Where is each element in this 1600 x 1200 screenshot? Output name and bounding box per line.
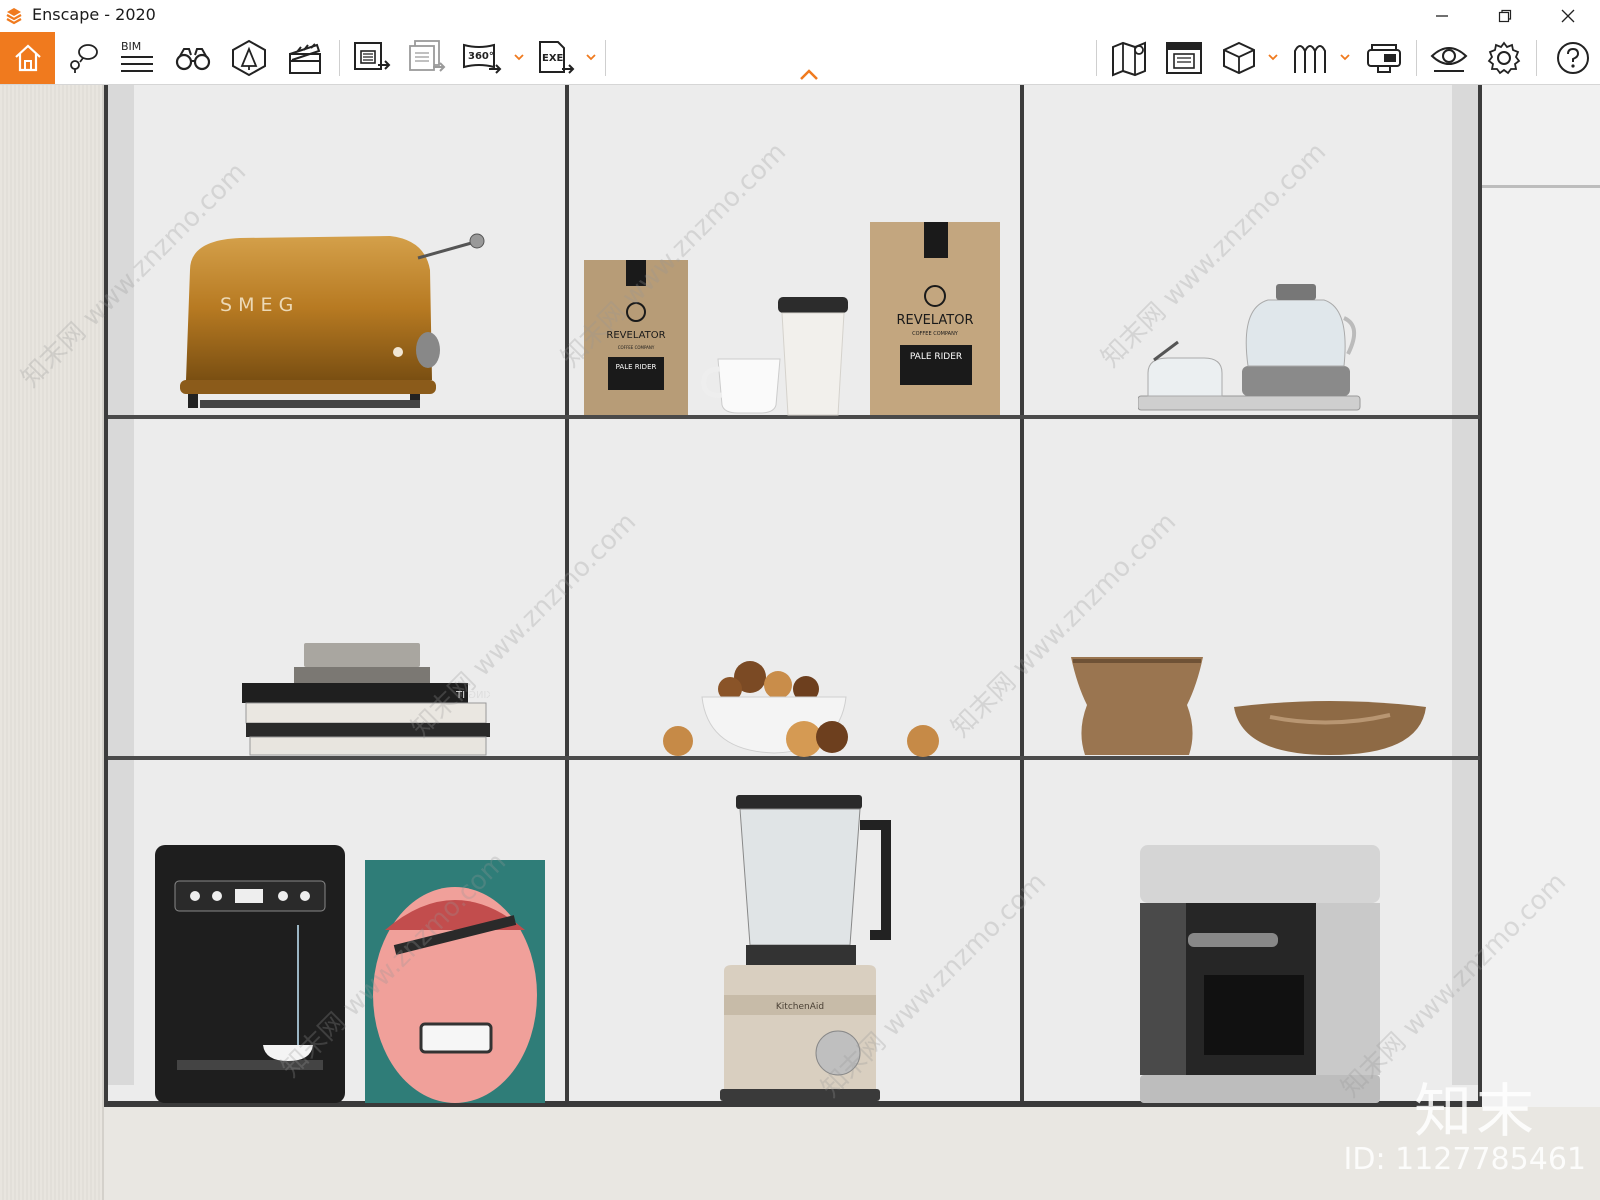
minimize-icon [1436,15,1448,17]
close-button[interactable] [1545,0,1591,32]
walk-fly-mode-button[interactable] [171,36,215,80]
material-editor-icon [1166,42,1202,74]
chevron-down-icon[interactable] [1338,50,1352,64]
toaster: S M E G [180,233,485,408]
wooden-vase [1071,657,1203,755]
coffee-bag-sub: COFFEE COMPANY [618,345,655,350]
map-button[interactable] [1107,36,1151,80]
bim-info-icon: BIM [121,40,153,72]
clapperboard-icon [289,43,321,74]
visual-settings-eye-icon [1430,47,1468,72]
close-icon [1561,9,1575,23]
collapse-toolbar-chevron-up-icon[interactable] [798,68,820,82]
shelf-divider [1020,85,1024,1107]
batch-render-button[interactable] [405,36,449,80]
export-exe-icon: EXE [539,41,575,74]
views-icon [1294,45,1326,73]
location-pin-icon [70,44,98,73]
settings-gear-icon [1487,41,1521,75]
home-button[interactable] [0,32,55,84]
toolbar-separator [339,40,340,76]
toolbar-separator [1416,40,1417,76]
toolbar-separator [1536,40,1537,76]
toolbar-separator [1096,40,1097,76]
chevron-down-icon[interactable] [584,50,598,64]
coffee-bag-large: REVELATOR COFFEE COMPANY PALE RIDER [870,222,1000,415]
brand-watermark: 知末 [1413,1077,1538,1145]
chevron-down-icon[interactable] [1266,50,1280,64]
panorama-360-icon: 360° [463,43,502,74]
exe-label: EXE [542,53,564,64]
vr-headset-button[interactable] [1362,36,1406,80]
render-image-button[interactable] [350,36,394,80]
onion-bowl [663,661,848,757]
vr-headset-icon [1367,44,1401,73]
atmosphere-button[interactable] [227,36,271,80]
left-wall-edge [0,85,104,1200]
restore-icon [1498,9,1512,23]
home-icon [14,44,41,72]
asset-library-cube-icon [1223,41,1255,75]
asset-library-button[interactable] [1217,36,1261,80]
views-button[interactable] [1288,36,1332,80]
video-editor-button[interactable] [283,36,327,80]
cabinet-left-inner-side [106,85,134,1085]
title-bar: Enscape - 2020 [0,0,1600,32]
batch-render-icon [409,40,446,72]
render-viewport[interactable]: S M E G REVELATOR COFFEE COMPANY PALE RI… [0,85,1600,1200]
bim-info-button[interactable]: BIM [115,36,159,80]
coffee-bag-flavor: PALE RIDER [616,363,657,371]
blender-brand: KitchenAid [776,1002,824,1012]
help-button[interactable] [1551,36,1595,80]
binoculars-icon [175,48,211,71]
settings-button[interactable] [1482,36,1526,80]
minimize-button[interactable] [1419,0,1465,32]
coffee-bag-large-sub: COFFEE COMPANY [912,331,959,337]
restore-button[interactable] [1482,0,1528,32]
cabinet-frame-left [104,85,108,1107]
right-panel-shelf-edge [1482,185,1600,188]
render-panorama-button[interactable]: 360° [460,36,504,80]
coffee-bag-large-brand: REVELATOR [897,313,974,328]
export-standalone-button[interactable]: EXE [534,36,578,80]
travel-tumbler [778,297,848,416]
bim-label: BIM [121,40,141,53]
coffee-cup [701,358,781,414]
wooden-tray [1234,701,1426,755]
visual-settings-button[interactable] [1427,36,1471,80]
set-location-button[interactable] [61,36,105,80]
chevron-down-icon[interactable] [512,50,526,64]
toolbar-separator [605,40,606,76]
help-icon [1557,42,1589,74]
atmosphere-icon [232,39,266,77]
map-icon [1112,41,1146,77]
onion [907,725,939,757]
id-watermark: ID: 1127785461 [1343,1142,1586,1177]
panorama-label: 360° [468,51,494,62]
coffee-bag-large-flavor: PALE RIDER [910,352,962,362]
material-editor-button[interactable] [1162,36,1206,80]
enscape-logo-icon [6,8,22,25]
window-title: Enscape - 2020 [32,5,156,24]
toaster-brand: S M E G [220,294,293,316]
render-screenshot-icon [354,42,391,70]
